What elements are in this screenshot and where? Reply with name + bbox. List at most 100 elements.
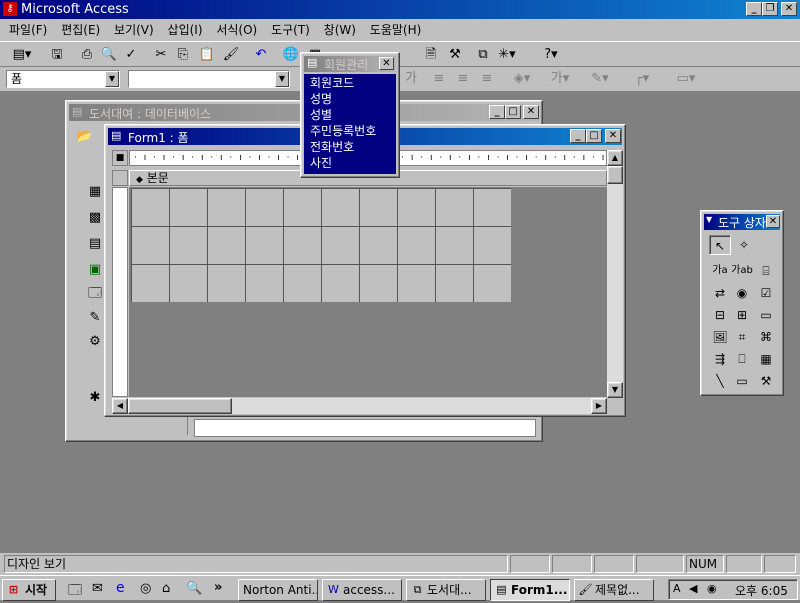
db-open-icon[interactable]: 📂 (76, 129, 92, 144)
field-item[interactable]: 회원코드 (304, 75, 396, 91)
form-detail-grid[interactable] (131, 188, 511, 302)
field-list-close-button[interactable]: ✕ (379, 57, 394, 70)
font-combo[interactable]: ▼ (128, 70, 290, 88)
print-preview-icon[interactable]: 🔍 (98, 44, 120, 66)
help-icon[interactable]: ?▾ (536, 44, 566, 66)
menu-insert[interactable]: 삽입(I) (163, 21, 208, 39)
more-controls-icon[interactable]: ⚒ (755, 371, 777, 391)
form-selector[interactable]: ■ (112, 150, 128, 166)
field-item[interactable]: 주민등록번호 (304, 123, 396, 139)
bound-object-icon[interactable]: ⌘ (755, 327, 777, 347)
forms-icon[interactable]: ▤ (84, 233, 106, 255)
font-color-icon[interactable]: 가▾ (544, 68, 576, 90)
quicklaunch-app-icon[interactable]: ◎ (140, 581, 151, 596)
close-button[interactable]: ✕ (781, 2, 797, 16)
tray-app-icon[interactable]: ◉ (707, 582, 717, 595)
ime-icon[interactable]: A (673, 582, 681, 595)
hyperlink-icon[interactable]: 🌐 (280, 44, 302, 66)
scroll-down-button[interactable]: ▼ (607, 382, 623, 398)
spelling-icon[interactable]: ✓ (120, 44, 142, 66)
print-icon[interactable]: ⎙ (76, 44, 98, 66)
horizontal-scrollbar[interactable]: ◀ ▶ (112, 398, 607, 414)
scroll-thumb[interactable] (607, 166, 623, 184)
favorites-icon[interactable]: ✱ (84, 387, 106, 409)
copy-icon[interactable]: ⎘ (172, 44, 194, 66)
task-form1[interactable]: ▤ Form1... (490, 579, 570, 601)
list-box-icon[interactable]: ⊞ (731, 305, 753, 325)
menu-window[interactable]: 창(W) (319, 21, 361, 39)
menu-tools[interactable]: 도구(T) (266, 21, 315, 39)
database-window-icon[interactable]: ⧉ (472, 44, 494, 66)
form-minimize-button[interactable]: _ (570, 129, 586, 143)
line-tool-icon[interactable]: ╲ (709, 371, 731, 391)
cut-icon[interactable]: ✂ (150, 44, 172, 66)
build-icon[interactable]: ⚒ (444, 44, 466, 66)
design-surface[interactable] (129, 187, 607, 397)
task-untitled[interactable]: 🖌 제목없... (574, 579, 654, 601)
rectangle-tool-icon[interactable]: ▭ (731, 371, 753, 391)
chevron-down-icon[interactable]: ▼ (105, 71, 119, 87)
menu-file[interactable]: 파일(F) (4, 21, 52, 39)
clock[interactable]: 오후 6:05 (735, 582, 788, 599)
volume-icon[interactable]: ◀ (689, 582, 697, 595)
toggle-button-icon[interactable]: ⇄ (709, 283, 731, 303)
scroll-right-button[interactable]: ▶ (591, 398, 607, 414)
queries-icon[interactable]: ▩ (84, 207, 106, 229)
option-button-icon[interactable]: ◉ (731, 283, 753, 303)
menu-help[interactable]: 도움말(H) (365, 21, 427, 39)
form-maximize-button[interactable]: □ (586, 129, 602, 143)
task-database[interactable]: ⧉ 도서대... (406, 579, 486, 601)
special-effect-icon[interactable]: ▭▾ (666, 68, 706, 90)
pages-icon[interactable]: 🗔 (84, 283, 106, 305)
command-button-icon[interactable]: ▭ (755, 305, 777, 325)
select-objects-icon[interactable]: ↖ (709, 235, 731, 255)
view-button[interactable]: ▤▾ (6, 44, 38, 66)
unbound-object-icon[interactable]: ⌗ (731, 327, 753, 347)
field-item[interactable]: 성별 (304, 107, 396, 123)
paste-icon[interactable]: 📋 (196, 44, 218, 66)
checkbox-tool-icon[interactable]: ☑ (755, 283, 777, 303)
minimize-button[interactable]: _ (746, 2, 762, 16)
scroll-left-button[interactable]: ◀ (112, 398, 128, 414)
object-combo[interactable]: 폼 ▼ (6, 70, 120, 88)
db-maximize-button[interactable]: □ (505, 105, 521, 119)
field-item[interactable]: 전화번호 (304, 139, 396, 155)
label-tool-icon[interactable]: 가a (709, 261, 731, 281)
border-width-icon[interactable]: ┌▾ (626, 68, 658, 90)
undo-icon[interactable]: ↶ (250, 44, 272, 66)
align-right-icon[interactable]: ≡ (476, 68, 498, 90)
db-minimize-button[interactable]: _ (489, 105, 505, 119)
start-button[interactable]: ⊞ 시작 (2, 579, 56, 601)
db-close-button[interactable]: ✕ (523, 105, 539, 119)
toolbox-close-button[interactable]: ✕ (766, 215, 780, 228)
field-item[interactable]: 성명 (304, 91, 396, 107)
new-object-icon[interactable]: ✳▾ (496, 44, 518, 66)
form-close-button[interactable]: ✕ (605, 129, 621, 143)
vertical-scrollbar[interactable]: ▲ ▼ (607, 150, 623, 398)
align-center-icon[interactable]: ≡ (452, 68, 474, 90)
properties-icon[interactable]: 🗎 (420, 44, 442, 66)
scroll-up-button[interactable]: ▲ (607, 150, 623, 166)
field-item[interactable]: 사진 (304, 155, 396, 171)
tab-control-icon[interactable]: ⎕ (731, 349, 753, 369)
page-break-icon[interactable]: ⇶ (709, 349, 731, 369)
macros-icon[interactable]: ✎ (84, 307, 106, 329)
control-wizards-icon[interactable]: ✧ (733, 235, 755, 255)
menu-view[interactable]: 보기(V) (109, 21, 159, 39)
modules-icon[interactable]: ⚙ (84, 331, 106, 353)
align-left-icon[interactable]: ≡ (428, 68, 450, 90)
underline-icon[interactable]: 가 (400, 68, 422, 90)
quicklaunch-ie-icon[interactable]: e (116, 580, 125, 596)
chevron-down-icon[interactable]: ▼ (275, 71, 289, 87)
menu-format[interactable]: 서식(O) (211, 21, 262, 39)
restore-button[interactable]: ❐ (762, 2, 778, 16)
textbox-tool-icon[interactable]: 가ab (731, 261, 753, 281)
section-selector[interactable] (112, 170, 128, 186)
subform-icon[interactable]: ▦ (755, 349, 777, 369)
quicklaunch-more-icon[interactable]: » (214, 580, 222, 595)
menu-edit[interactable]: 편집(E) (56, 21, 105, 39)
task-access-doc[interactable]: W access... (322, 579, 402, 601)
quicklaunch-search-icon[interactable]: 🔍 (186, 581, 202, 596)
combo-box-icon[interactable]: ⊟ (709, 305, 731, 325)
task-norton[interactable]: Norton Anti... (238, 579, 318, 601)
